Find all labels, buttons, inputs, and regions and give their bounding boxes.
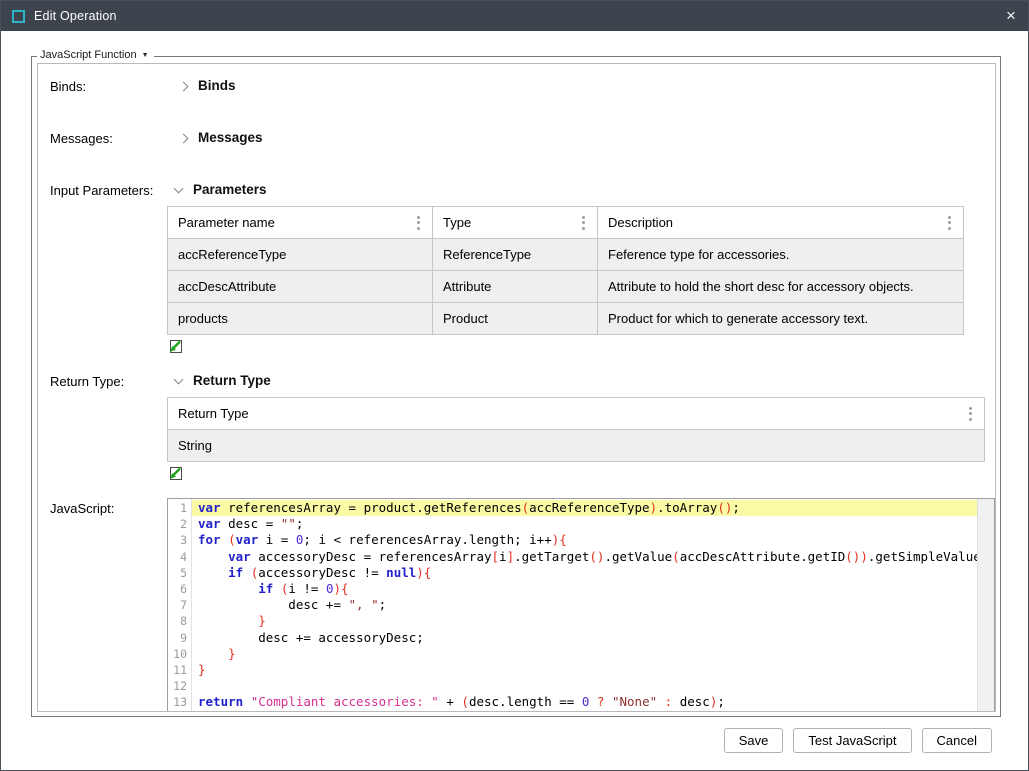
javascript-function-groupbox: JavaScript Function ▼ Binds: Binds Messa… (31, 56, 1001, 717)
binds-expander[interactable]: Binds (167, 76, 995, 93)
titlebar: Edit Operation × (1, 1, 1028, 31)
input-parameters-row: Input Parameters: Parameters Parameter n… (50, 180, 995, 358)
messages-expander[interactable]: Messages (167, 128, 995, 145)
column-header-parameter-name[interactable]: Parameter name (168, 207, 433, 239)
cancel-button[interactable]: Cancel (922, 728, 992, 753)
test-javascript-button[interactable]: Test JavaScript (793, 728, 911, 753)
javascript-field-label: JavaScript: (50, 498, 167, 712)
code-line[interactable]: var desc = ""; (198, 516, 977, 532)
code-line[interactable]: } (198, 613, 977, 629)
groupbox-caret-icon: ▼ (142, 52, 149, 59)
binds-field-label: Binds: (50, 76, 167, 102)
return-type-field-label: Return Type: (50, 371, 167, 485)
messages-row: Messages: Messages (50, 128, 995, 154)
javascript-editor[interactable]: 12345678910111213 var referencesArray = … (167, 498, 995, 712)
app-window-icon (12, 10, 25, 23)
export-table-button[interactable] (167, 338, 184, 358)
table-row[interactable]: products Product Product for which to ge… (168, 303, 964, 335)
return-type-table: Return Type String (167, 397, 985, 462)
code-line[interactable]: desc += ", "; (198, 597, 977, 613)
parameters-table: Parameter name Type Description (167, 206, 964, 335)
table-row[interactable]: String (168, 430, 985, 462)
code-line[interactable]: } (198, 646, 977, 662)
binds-row: Binds: Binds (50, 76, 995, 102)
column-header-return-type[interactable]: Return Type (168, 398, 985, 430)
close-icon[interactable]: × (994, 1, 1028, 31)
column-menu-icon[interactable] (967, 405, 974, 423)
code-line[interactable]: if (i != 0){ (198, 581, 977, 597)
input-parameters-field-label: Input Parameters: (50, 180, 167, 358)
parameters-expander[interactable]: Parameters (167, 180, 995, 197)
code-content[interactable]: var referencesArray = product.getReferen… (192, 499, 977, 712)
chevron-right-icon (179, 133, 189, 143)
code-line[interactable]: var referencesArray = product.getReferen… (192, 500, 977, 516)
code-line[interactable]: return "Compliant accessories: " + (desc… (198, 694, 977, 710)
chevron-right-icon (179, 81, 189, 91)
table-row[interactable]: accDescAttribute Attribute Attribute to … (168, 271, 964, 303)
code-line[interactable]: desc += accessoryDesc; (198, 630, 977, 646)
code-line[interactable]: if (accessoryDesc != null){ (198, 565, 977, 581)
column-header-description[interactable]: Description (598, 207, 964, 239)
export-icon (167, 338, 184, 355)
messages-field-label: Messages: (50, 128, 167, 154)
groupbox-content: Binds: Binds Messages: Messages (37, 63, 996, 712)
code-line[interactable] (198, 678, 977, 694)
vertical-scrollbar[interactable] (977, 499, 994, 712)
window-title: Edit Operation (34, 9, 117, 23)
table-row[interactable]: accReferenceType ReferenceType Feference… (168, 239, 964, 271)
return-type-row: Return Type: Return Type Return Type (50, 371, 995, 485)
code-line[interactable]: var accessoryDesc = referencesArray[i].g… (198, 549, 977, 565)
code-line[interactable]: for (var i = 0; i < referencesArray.leng… (198, 532, 977, 548)
return-type-expander[interactable]: Return Type (167, 371, 995, 388)
chevron-down-icon (174, 374, 184, 384)
groupbox-label[interactable]: JavaScript Function ▼ (37, 49, 154, 61)
code-line[interactable]: } (198, 662, 977, 678)
line-numbers: 12345678910111213 (168, 499, 192, 712)
column-header-type[interactable]: Type (433, 207, 598, 239)
javascript-row: JavaScript: 12345678910111213 var refere… (50, 498, 995, 712)
edit-operation-dialog: Edit Operation × JavaScript Function ▼ B… (0, 0, 1029, 771)
save-button[interactable]: Save (724, 728, 784, 753)
column-menu-icon[interactable] (580, 214, 587, 232)
chevron-down-icon (174, 183, 184, 193)
column-menu-icon[interactable] (415, 214, 422, 232)
dialog-footer: Save Test JavaScript Cancel (724, 728, 992, 753)
column-menu-icon[interactable] (946, 214, 953, 232)
export-icon (167, 465, 184, 482)
export-table-button[interactable] (167, 465, 184, 485)
